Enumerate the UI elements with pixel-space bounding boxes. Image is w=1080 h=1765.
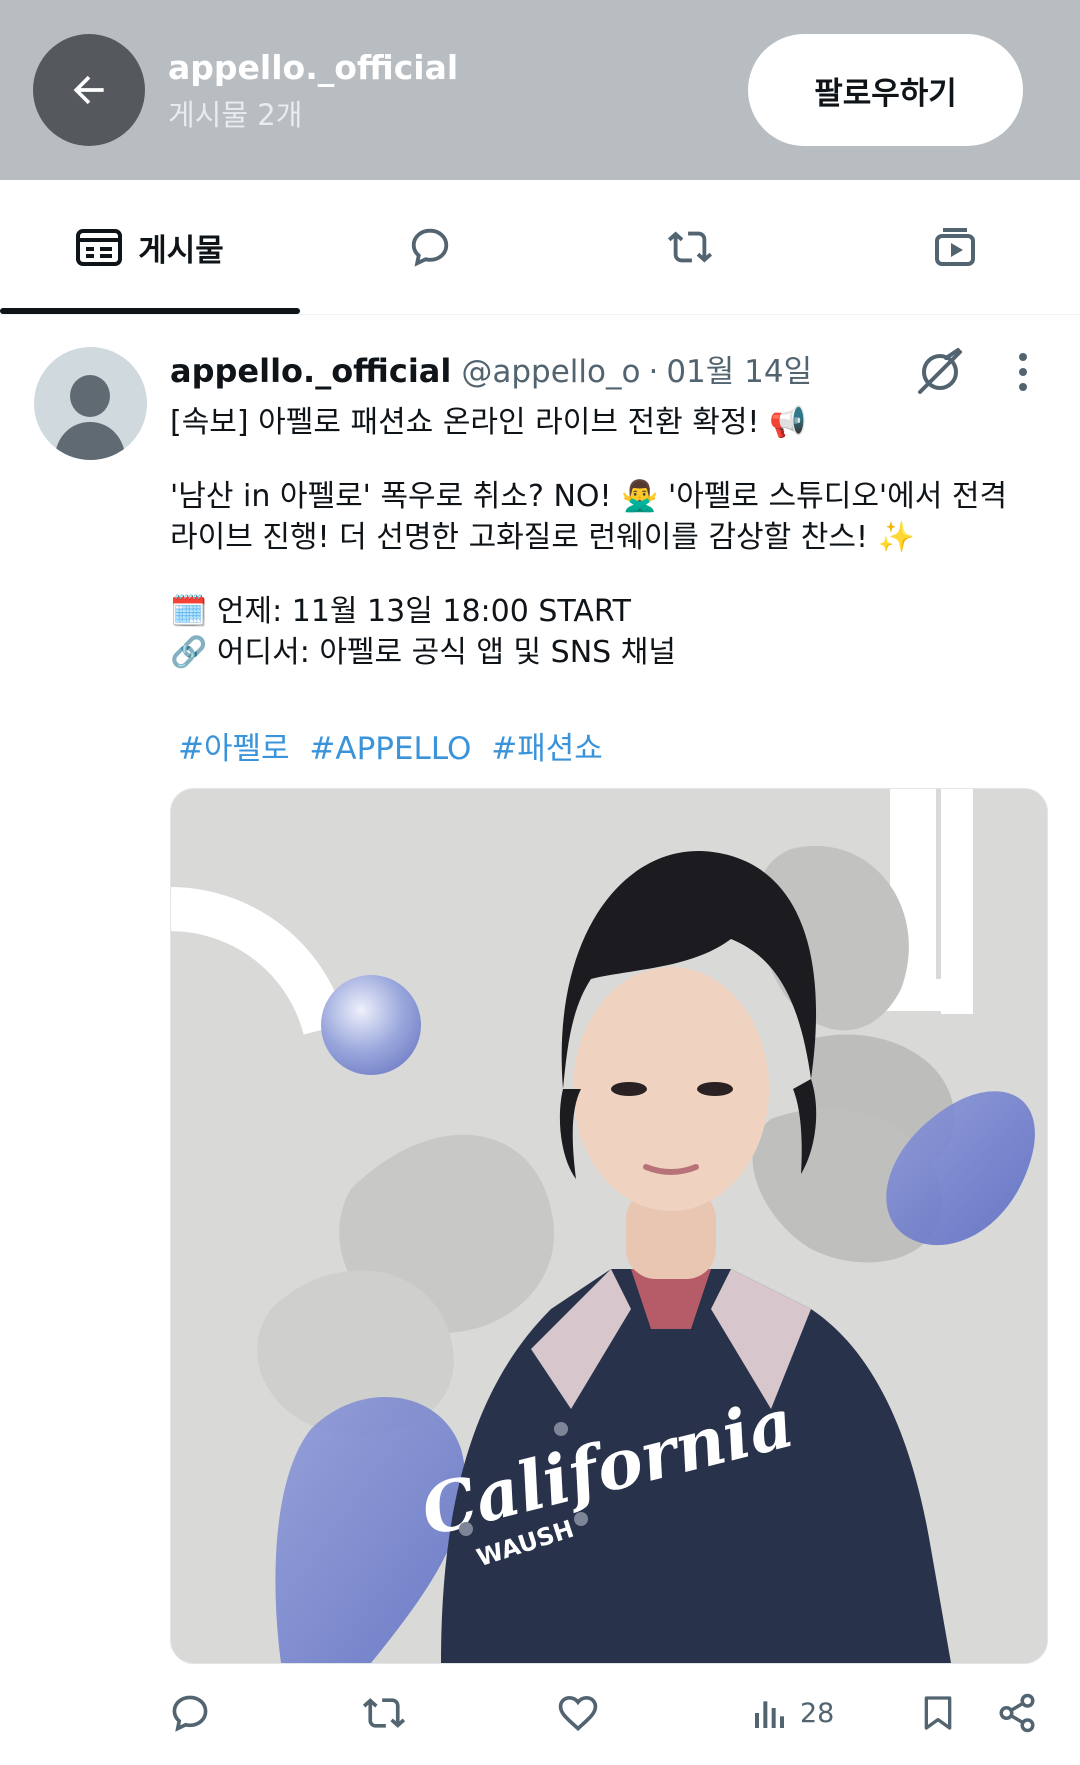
retweet-icon <box>667 231 713 263</box>
views-button[interactable]: 28 <box>750 1685 834 1741</box>
post-separator: · <box>648 354 659 390</box>
reply-button[interactable] <box>168 1685 212 1741</box>
grok-button[interactable] <box>914 346 966 402</box>
views-count: 28 <box>800 1697 835 1729</box>
tab-media[interactable] <box>825 180 1080 314</box>
hashtag-link[interactable]: #패션쇼 <box>491 731 603 767</box>
analytics-icon <box>755 1701 784 1728</box>
post-line: '남산 in 아펠로' 폭우로 취소? NO! 🙅‍♂️ '아펠로 스튜디오'에… <box>170 479 1008 514</box>
follow-button[interactable]: 팔로우하기 <box>748 34 1023 146</box>
post-author[interactable]: appello._official <box>170 352 451 390</box>
bookmark-icon <box>924 1696 952 1730</box>
post-action-bar: 28 <box>0 1685 1080 1745</box>
reply-icon <box>172 1695 208 1732</box>
post-handle[interactable]: @appello_o <box>461 354 640 390</box>
arrow-left-icon <box>73 75 104 105</box>
bookmark-button[interactable] <box>918 1685 958 1741</box>
heart-icon <box>558 1695 598 1732</box>
active-tab-indicator <box>0 308 300 314</box>
post-line: 🔗 어디서: 아펠로 공식 앱 및 SNS 채널 <box>170 635 676 670</box>
replies-icon <box>411 228 449 267</box>
tab-posts[interactable]: 게시물 <box>20 180 280 314</box>
post-header: appello._official @appello_o · 01월 14일 <box>170 346 812 390</box>
post-line: [속보] 아펠로 패션쇼 온라인 라이브 전환 확정! 📢 <box>170 405 807 440</box>
share-icon <box>999 1693 1035 1733</box>
avatar[interactable] <box>34 347 147 460</box>
tab-replies[interactable] <box>300 180 560 314</box>
back-button[interactable] <box>33 34 145 146</box>
header-title: appello._official <box>168 48 459 87</box>
profile-tabs: 게시물 <box>0 180 1080 315</box>
header-post-count: 게시물 2개 <box>168 98 303 132</box>
more-vertical-icon <box>1019 353 1027 391</box>
tab-reposts[interactable] <box>560 180 820 314</box>
post-line: 라이브 진행! 더 선명한 고화질로 런웨이를 감상할 찬스! ✨ <box>170 520 915 555</box>
grok-icon <box>918 348 962 394</box>
posts-icon <box>76 229 123 266</box>
tab-posts-label: 게시물 <box>138 232 224 269</box>
retweet-button[interactable] <box>360 1685 408 1741</box>
more-button[interactable] <box>1006 352 1040 396</box>
share-button[interactable] <box>996 1685 1038 1741</box>
hashtag-list: #아펠로 #APPELLO #패션쇼 <box>178 723 613 768</box>
post-image[interactable]: California WAUSH <box>170 788 1048 1664</box>
media-icon <box>935 228 975 266</box>
post-text: [속보] 아펠로 패션쇼 온라인 라이브 전환 확정! 📢 '남산 in 아펠로… <box>170 402 1020 673</box>
post-photo: California WAUSH <box>171 789 1047 1663</box>
hashtag-link[interactable]: #APPELLO <box>309 731 471 767</box>
default-avatar-icon <box>54 375 126 460</box>
post-line: 🗓️ 언제: 11월 13일 18:00 START <box>170 594 631 629</box>
profile-header: appello._official 게시물 2개 팔로우하기 <box>0 0 1080 180</box>
like-button[interactable] <box>555 1685 601 1741</box>
retweet-icon <box>362 1698 406 1728</box>
hashtag-link[interactable]: #아펠로 <box>178 731 290 767</box>
post-date[interactable]: 01월 14일 <box>666 346 812 391</box>
